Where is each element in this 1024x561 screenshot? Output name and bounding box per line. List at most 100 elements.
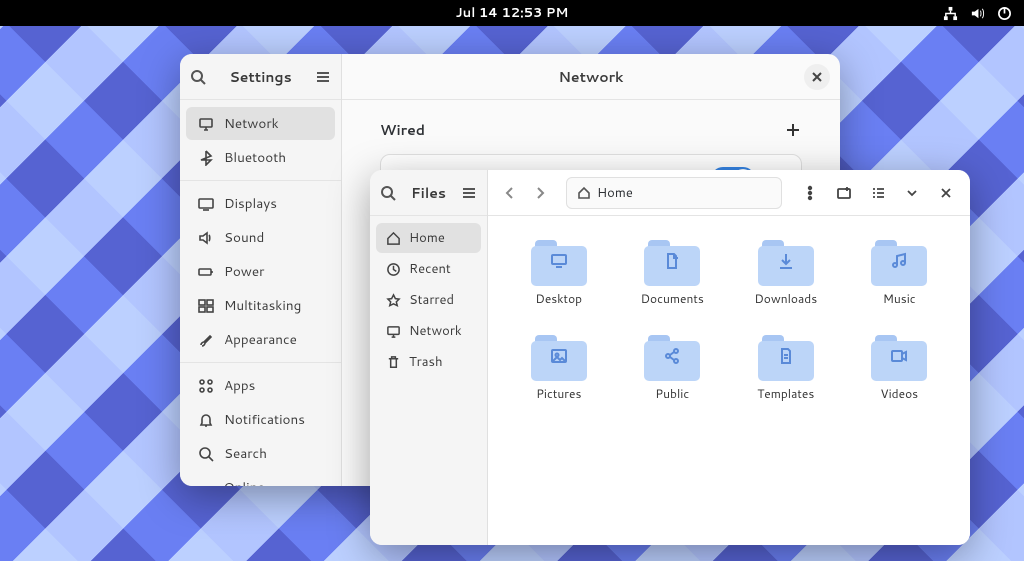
folder-icon	[871, 240, 927, 286]
folder-label: Templates	[757, 385, 814, 402]
files-nav-home[interactable]: Home	[376, 223, 481, 253]
chevron-right-icon	[533, 186, 547, 200]
sidebar-item-label: Bluetooth	[224, 148, 286, 167]
brush-icon	[198, 332, 214, 348]
files-nav-label: Starred	[409, 291, 454, 309]
folder-icon	[758, 335, 814, 381]
search-icon	[198, 446, 214, 462]
files-sidebar: Files Home Recent Starred Network T	[370, 170, 488, 545]
files-nav-trash[interactable]: Trash	[376, 347, 481, 377]
more-menu-button[interactable]	[796, 179, 824, 207]
files-nav-label: Network	[409, 322, 462, 340]
sidebar-item-label: Online Accounts	[224, 478, 323, 486]
folder-item[interactable]: Videos	[847, 331, 953, 406]
apps-icon	[198, 378, 214, 394]
folder-label: Downloads	[754, 290, 817, 307]
sidebar-item-label: Notifications	[224, 410, 305, 429]
folder-label: Documents	[641, 290, 704, 307]
home-icon	[577, 186, 591, 200]
folder-item[interactable]: Desktop	[506, 236, 612, 311]
star-icon	[386, 293, 401, 308]
files-nav-label: Home	[409, 229, 445, 247]
folder-item[interactable]: Pictures	[506, 331, 612, 406]
folder-item[interactable]: Templates	[733, 331, 839, 406]
top-bar: Jul 14 12:53 PM	[0, 0, 1024, 26]
folder-item[interactable]: Public	[620, 331, 726, 406]
breadcrumb[interactable]: Home	[566, 177, 782, 209]
folder-icon	[758, 240, 814, 286]
sidebar-item-online-accounts[interactable]: Online Accounts	[186, 471, 335, 486]
chevron-down-icon	[904, 185, 920, 201]
search-icon[interactable]	[380, 185, 396, 201]
folder-label: Desktop	[535, 290, 582, 307]
sidebar-item-displays[interactable]: Displays	[186, 187, 335, 220]
files-window: Files Home Recent Starred Network T	[370, 170, 970, 545]
tab-plus-icon	[836, 185, 852, 201]
sidebar-item-multitasking[interactable]: Multitasking	[186, 289, 335, 322]
sidebar-item-bluetooth[interactable]: Bluetooth	[186, 141, 335, 174]
multitask-icon	[198, 298, 214, 314]
display-icon	[198, 196, 214, 212]
section-heading: Wired	[380, 120, 425, 140]
files-nav-starred[interactable]: Starred	[376, 285, 481, 315]
settings-title: Network	[558, 67, 623, 87]
add-connection-button[interactable]	[784, 121, 802, 139]
sound-icon	[198, 230, 214, 246]
folder-item[interactable]: Music	[847, 236, 953, 311]
monitor-icon	[386, 324, 401, 339]
folder-grid: Desktop Documents Downloads Music Pictures Pu…	[488, 216, 970, 426]
back-button[interactable]	[498, 181, 522, 205]
search-icon[interactable]	[190, 69, 206, 85]
sidebar-item-apps[interactable]: Apps	[186, 369, 335, 402]
folder-label: Videos	[880, 385, 918, 402]
view-mode-button[interactable]	[864, 179, 892, 207]
home-icon	[386, 231, 401, 246]
settings-sidebar: Settings Network Bluetooth Displays Soun…	[180, 54, 342, 486]
close-button[interactable]	[804, 64, 830, 90]
chevron-left-icon	[503, 186, 517, 200]
folder-item[interactable]: Documents	[620, 236, 726, 311]
clock[interactable]: Jul 14 12:53 PM	[456, 4, 569, 22]
sidebar-item-label: Displays	[224, 194, 277, 213]
close-icon	[811, 71, 823, 83]
folder-label: Music	[883, 290, 916, 307]
hamburger-icon[interactable]	[315, 69, 331, 85]
power-icon[interactable]	[997, 6, 1012, 21]
sidebar-item-search[interactable]: Search	[186, 437, 335, 470]
sidebar-item-power[interactable]: Power	[186, 255, 335, 288]
folder-label: Public	[655, 385, 689, 402]
folder-icon	[531, 335, 587, 381]
files-nav-label: Trash	[409, 353, 443, 371]
kebab-icon	[802, 185, 818, 201]
sidebar-item-notifications[interactable]: Notifications	[186, 403, 335, 436]
close-button[interactable]	[932, 179, 960, 207]
sidebar-item-network[interactable]: Network	[186, 107, 335, 140]
bluetooth-icon	[198, 150, 214, 166]
folder-item[interactable]: Downloads	[733, 236, 839, 311]
folder-icon	[644, 240, 700, 286]
files-nav-label: Recent	[409, 260, 451, 278]
sidebar-item-appearance[interactable]: Appearance	[186, 323, 335, 356]
files-nav-recent[interactable]: Recent	[376, 254, 481, 284]
monitor-icon	[198, 116, 214, 132]
volume-icon[interactable]	[970, 6, 985, 21]
forward-button[interactable]	[528, 181, 552, 205]
sidebar-item-label: Search	[224, 444, 267, 463]
settings-sidebar-title: Settings	[206, 67, 315, 87]
new-tab-button[interactable]	[830, 179, 858, 207]
breadcrumb-label: Home	[597, 184, 633, 202]
sidebar-item-label: Sound	[224, 228, 264, 247]
files-nav-network[interactable]: Network	[376, 316, 481, 346]
folder-label: Pictures	[536, 385, 581, 402]
folder-icon	[531, 240, 587, 286]
close-icon	[938, 185, 954, 201]
network-status-icon[interactable]	[943, 6, 958, 21]
view-dropdown-button[interactable]	[898, 179, 926, 207]
sidebar-item-label: Network	[224, 114, 279, 133]
files-sidebar-title: Files	[396, 183, 461, 203]
sidebar-item-label: Power	[224, 262, 264, 281]
folder-icon	[644, 335, 700, 381]
hamburger-icon[interactable]	[461, 185, 477, 201]
bell-icon	[198, 412, 214, 428]
sidebar-item-sound[interactable]: Sound	[186, 221, 335, 254]
